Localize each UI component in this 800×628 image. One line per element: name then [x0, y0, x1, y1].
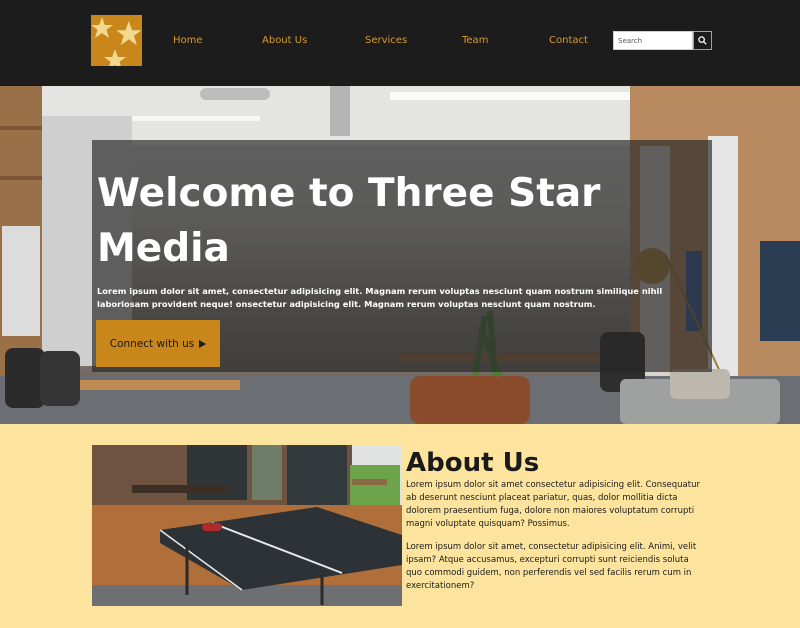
- nav-contact[interactable]: Contact: [549, 35, 588, 46]
- about-photo: [92, 445, 402, 606]
- about-paragraph-1: Lorem ipsum dolor sit amet consectetur a…: [406, 480, 700, 529]
- three-stars-logo-icon[interactable]: [91, 15, 142, 66]
- nav-services[interactable]: Services: [365, 35, 407, 46]
- about-paragraph-2: Lorem ipsum dolor sit amet, consectetur …: [406, 542, 697, 591]
- nav-team[interactable]: Team: [462, 35, 488, 46]
- search-input[interactable]: [613, 31, 693, 50]
- connect-with-us-button[interactable]: Connect with us: [96, 320, 220, 367]
- play-icon: [199, 339, 207, 348]
- search-icon: [698, 36, 707, 45]
- hero-title: Welcome to Three Star Media: [97, 171, 601, 271]
- connect-button-label: Connect with us: [109, 337, 195, 350]
- nav-about-us[interactable]: About Us: [262, 35, 307, 46]
- about-title: About Us: [406, 448, 540, 478]
- hero-description: Lorem ipsum dolor sit amet, consectetur …: [97, 286, 663, 309]
- nav-home[interactable]: Home: [173, 35, 203, 46]
- site-header: Home About Us Services Team Contact: [0, 0, 800, 86]
- search-button[interactable]: [693, 31, 712, 50]
